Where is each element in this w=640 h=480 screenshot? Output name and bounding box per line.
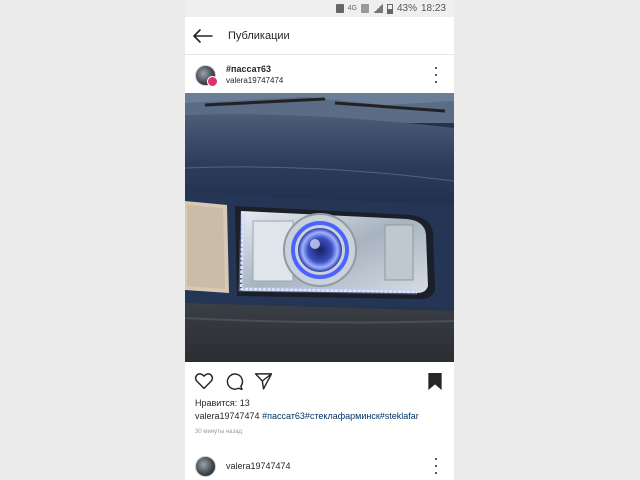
post-username[interactable]: valera19747474 [226, 75, 283, 86]
story-badge-icon [207, 75, 218, 87]
post-image[interactable] [185, 93, 454, 362]
network-type: 4G [347, 5, 357, 12]
status-time: 18:23 [420, 3, 446, 14]
app-bar: Публикации [185, 17, 454, 55]
caption: valera19747474 #пассат63#стеклафарминск#… [195, 411, 419, 421]
comment-icon[interactable] [223, 370, 245, 392]
post-header: #пассат63 valera19747474 [185, 60, 454, 90]
more-options-icon[interactable] [432, 458, 440, 474]
heart-icon[interactable] [193, 370, 215, 392]
avatar[interactable] [195, 455, 216, 477]
battery-percent: 43% [396, 3, 417, 14]
back-arrow-icon [193, 28, 213, 43]
post-time: 30 минуты назад [195, 429, 243, 435]
post-hashtag[interactable]: #пассат63 [226, 64, 283, 75]
share-icon[interactable] [252, 370, 274, 392]
next-post-header: valera19747474 [185, 451, 454, 480]
post-actions [185, 368, 454, 394]
more-options-icon[interactable] [432, 67, 440, 83]
no-sim-icon [360, 4, 369, 13]
phone-screen: 4G 43% 18:23 Публикации #пассат63 valera… [185, 0, 454, 480]
bookmark-icon[interactable] [424, 370, 446, 392]
page-title: Публикации [228, 29, 290, 42]
signal-icon [372, 4, 383, 13]
likes-count[interactable]: Нравится: 13 [195, 398, 250, 408]
next-post-username[interactable]: valera19747474 [226, 461, 291, 471]
caption-username[interactable]: valera19747474 [195, 411, 260, 421]
status-bar: 4G 43% 18:23 [185, 0, 454, 17]
back-button[interactable] [185, 17, 221, 55]
headlight-photo [185, 93, 454, 362]
post-meta: #пассат63 valera19747474 [226, 64, 283, 86]
battery-icon [386, 3, 393, 14]
notification-icon [335, 4, 344, 13]
caption-hashtags[interactable]: #пассат63#стеклафарминск#steklafar [262, 411, 419, 421]
avatar[interactable] [195, 64, 218, 87]
